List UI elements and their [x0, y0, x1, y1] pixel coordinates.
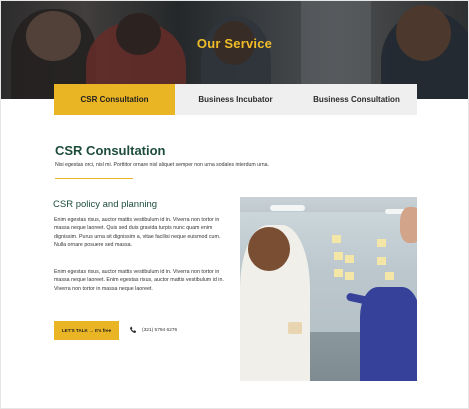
photo-sticky-note: [345, 255, 354, 263]
photo-sticky-note: [334, 269, 343, 277]
photo-sticky-note: [377, 239, 386, 247]
lets-talk-button[interactable]: LET'S TALK → It's free: [54, 321, 119, 340]
phone-contact[interactable]: (321) 5794 6276: [129, 326, 177, 334]
photo-sticky-note: [345, 272, 354, 280]
photo-sticky-note: [334, 252, 343, 260]
service-photo: [240, 197, 417, 381]
photo-person-head: [400, 207, 417, 243]
photo-sticky-note: [377, 257, 386, 265]
photo-ceiling-light: [270, 205, 305, 211]
tab-business-incubator[interactable]: Business Incubator: [175, 84, 296, 115]
content-heading: CSR policy and planning: [53, 199, 158, 210]
photo-person-head: [248, 227, 290, 271]
photo-cup: [288, 322, 302, 334]
section-divider: [55, 178, 133, 179]
content-paragraph: Enim egestas risus, auctor mattis vestib…: [54, 217, 221, 249]
tab-business-consultation[interactable]: Business Consultation: [296, 84, 417, 115]
phone-number: (321) 5794 6276: [142, 327, 178, 333]
phone-icon: [130, 326, 137, 333]
page-title: Our Service: [196, 36, 273, 51]
section-title: CSR Consultation: [55, 143, 166, 158]
tab-csr-consultation[interactable]: CSR Consultation: [54, 84, 175, 115]
section-subtitle: Nisi egestas orci, nisl mi. Porttitor or…: [55, 162, 269, 168]
content-paragraph: Enim egestas risus, auctor mattis vestib…: [54, 269, 224, 292]
photo-sticky-note: [385, 272, 394, 280]
service-tabs: CSR Consultation Business Incubator Busi…: [54, 84, 417, 115]
photo-sticky-note: [332, 235, 341, 243]
